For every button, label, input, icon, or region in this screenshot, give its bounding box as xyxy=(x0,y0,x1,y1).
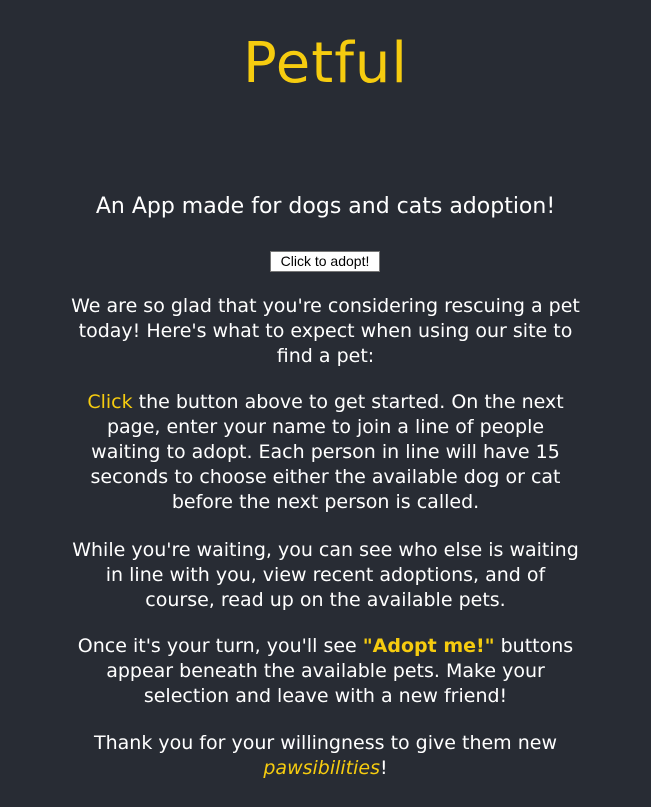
click-to-adopt-button[interactable]: Click to adopt! xyxy=(270,251,380,272)
instructions-text: the button above to get started. On the … xyxy=(90,391,564,513)
waiting-paragraph: While you're waiting, you can see who el… xyxy=(72,539,579,611)
pawsibilities-highlight: pawsibilities xyxy=(263,757,380,779)
intro-paragraph: We are so glad that you're considering r… xyxy=(71,295,580,367)
landing-page: Petful An App made for dogs and cats ado… xyxy=(0,0,651,807)
thank-you-text: Thank you for your willingness to give t… xyxy=(93,732,557,754)
thank-you-paragraph: Thank you for your willingness to give t… xyxy=(70,731,581,781)
app-title: Petful xyxy=(243,31,408,96)
turn-paragraph: Once it's your turn, you'll see "Adopt m… xyxy=(70,634,581,709)
turn-text-before: Once it's your turn, you'll see xyxy=(77,635,363,657)
click-highlight: Click xyxy=(87,391,133,413)
app-subtitle: An App made for dogs and cats adoption! xyxy=(95,194,556,219)
thank-you-end: ! xyxy=(380,757,388,779)
instructions-paragraph: Click the button above to get started. O… xyxy=(70,390,581,515)
adopt-me-highlight: "Adopt me!" xyxy=(362,635,495,657)
